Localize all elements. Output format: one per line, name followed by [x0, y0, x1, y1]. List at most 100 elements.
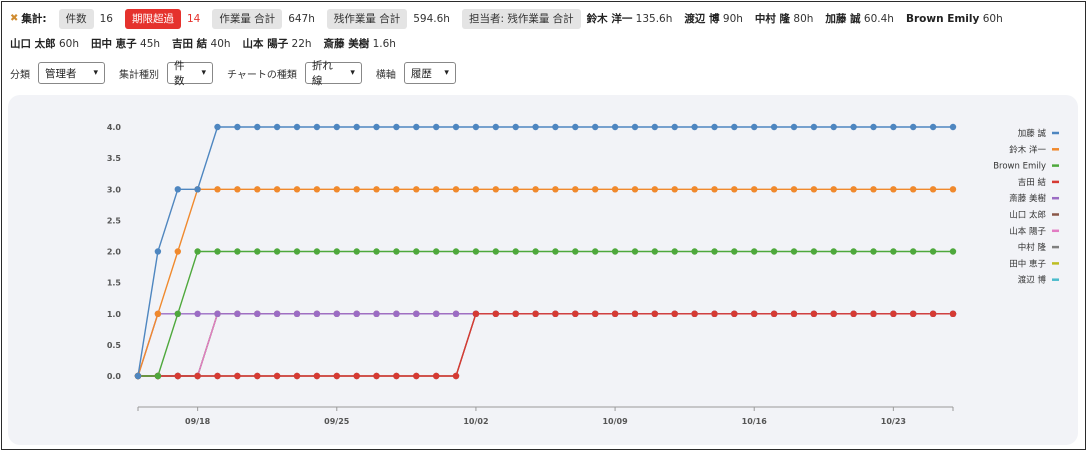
data-point	[731, 310, 738, 317]
data-point	[770, 310, 778, 317]
data-point	[830, 248, 837, 255]
chevron-down-icon: ▾	[444, 68, 449, 78]
data-point	[631, 248, 639, 255]
data-point	[751, 123, 758, 131]
data-point	[651, 248, 658, 255]
assignee-hours: 1.6h	[372, 38, 396, 50]
data-point	[413, 248, 420, 255]
legend-label: 加藤 誠	[1018, 128, 1047, 139]
data-point	[671, 186, 678, 193]
data-point	[373, 248, 380, 255]
data-point	[910, 123, 917, 131]
data-point	[890, 186, 897, 193]
data-point	[433, 310, 440, 317]
x-tick-label: 10/02	[463, 417, 488, 426]
assignee-hours: 45h	[140, 38, 161, 50]
data-point	[234, 372, 241, 380]
assignee-hours: 22h	[291, 38, 312, 50]
assignee-summary: 加藤 誠 60.4h	[825, 9, 894, 29]
data-point	[512, 186, 519, 193]
data-point	[850, 248, 857, 255]
remaining-total-chip[interactable]: 残作業量 合計	[326, 9, 408, 29]
data-point	[651, 123, 658, 131]
x-tick-label: 09/25	[324, 417, 350, 426]
data-point	[611, 123, 619, 131]
chevron-down-icon: ▾	[350, 68, 355, 78]
data-point	[512, 310, 519, 317]
data-point	[850, 186, 857, 193]
assignee-name: Brown Emily	[905, 13, 980, 25]
series-line	[138, 313, 953, 377]
assignee-hours: 80h	[793, 13, 814, 25]
data-point	[373, 123, 380, 131]
assignee-hours: 60h	[59, 38, 80, 50]
data-point	[353, 123, 360, 131]
legend-label: Brown Emily	[993, 162, 1046, 172]
count-value: 16	[99, 13, 113, 25]
assignee-summary: 田中 恵子 45h	[91, 34, 160, 54]
assignee-remaining-chip[interactable]: 担当者: 残作業量 合計	[461, 9, 581, 29]
series-line	[138, 313, 953, 377]
data-point	[552, 248, 559, 255]
data-point	[532, 248, 539, 255]
y-tick-label: 4.0	[107, 123, 122, 132]
data-point	[293, 310, 301, 317]
data-point	[691, 186, 698, 193]
data-point	[393, 310, 400, 317]
y-tick-label: 0.0	[107, 372, 122, 381]
data-point	[214, 123, 221, 131]
assignee-summary: 斎藤 美樹 1.6h	[324, 34, 396, 54]
data-point	[313, 310, 321, 317]
assignee-hours: 90h	[722, 13, 743, 25]
data-point	[870, 310, 877, 317]
data-point	[492, 310, 499, 317]
x-mark-icon[interactable]: ✖	[10, 9, 18, 29]
chart-panel: 0.0 0.5 1.0 1.5 2.0 2.5 3.0 3.5 4.0 09/18 09/25 10/…	[8, 95, 1078, 445]
x-tick-label: 09/18	[185, 417, 211, 426]
data-point	[910, 186, 917, 193]
data-point	[353, 310, 360, 317]
data-point	[929, 248, 937, 255]
data-point	[273, 123, 281, 131]
category-select[interactable]: 管理者 ▾	[38, 62, 105, 84]
data-point	[373, 310, 380, 317]
data-point	[194, 372, 201, 380]
overdue-chip[interactable]: 期限超過	[124, 9, 181, 29]
data-point	[313, 372, 321, 380]
data-point	[552, 310, 559, 317]
legend-label: 斎藤 美樹	[1009, 193, 1046, 204]
assignee-name: 吉田 結	[172, 38, 208, 50]
aggregation-select[interactable]: 件数 ▾	[167, 60, 213, 87]
data-point	[234, 248, 241, 255]
data-point	[731, 248, 738, 255]
work-total-chip[interactable]: 作業量 合計	[212, 9, 283, 29]
data-point	[711, 186, 718, 193]
summary-header: ✖ 集計:	[10, 9, 47, 29]
data-point	[333, 186, 340, 193]
data-point	[631, 186, 639, 193]
data-point	[293, 186, 301, 193]
data-point	[234, 186, 241, 193]
data-point	[830, 123, 837, 131]
data-point	[592, 310, 599, 317]
data-point	[293, 372, 301, 380]
data-point	[413, 372, 420, 380]
assignee-name: 斎藤 美樹	[323, 38, 370, 50]
data-point	[751, 310, 758, 317]
count-chip[interactable]: 件数	[58, 9, 94, 29]
y-tick-label: 2.0	[107, 248, 122, 257]
data-point	[711, 248, 718, 255]
chart-type-select[interactable]: 折れ線 ▾	[304, 60, 362, 87]
data-point	[472, 310, 480, 317]
x-axis-select[interactable]: 履歴 ▾	[403, 62, 456, 84]
x-tick-label: 10/09	[602, 417, 628, 426]
data-point	[790, 310, 798, 317]
category-select-value: 管理者	[45, 67, 77, 80]
data-point	[234, 310, 241, 317]
legend-label: 山本 陽子	[1009, 226, 1046, 237]
data-point	[691, 310, 698, 317]
data-point	[572, 186, 579, 193]
assignee-summary: 山本 陽子 22h	[243, 34, 312, 54]
data-point	[691, 248, 698, 255]
data-point	[611, 248, 619, 255]
